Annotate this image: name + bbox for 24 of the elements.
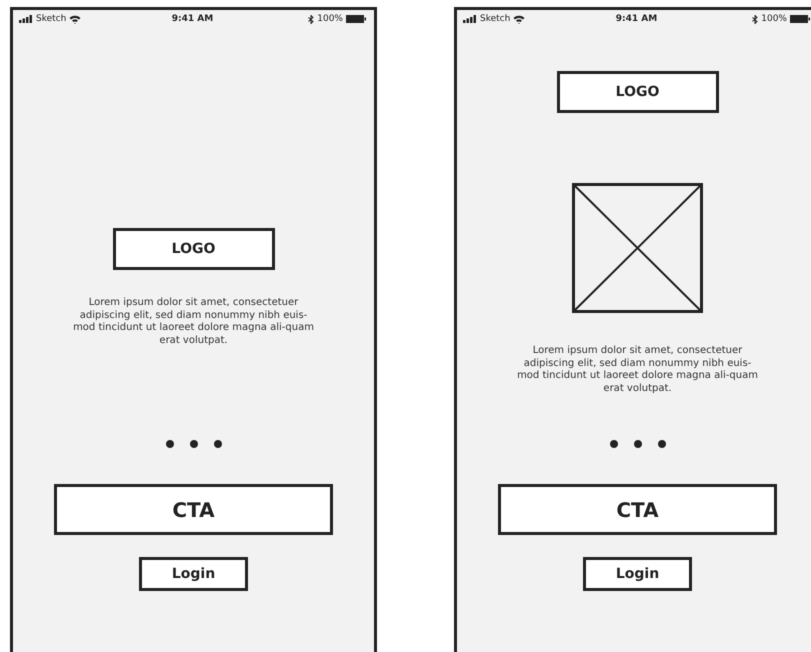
logo-text: LOGO [172,241,216,257]
cta-button[interactable]: CTA [54,484,333,535]
bluetooth-icon [308,14,314,24]
status-time: 9:41 AM [616,14,658,24]
battery-percent: 100% [317,14,343,24]
body-text: Lorem ipsum dolor sit amet, consectetuer adipiscing elit, sed diam nonummy nibh euis-mod tincidunt ut laoreet dolore magna ali-quam erat volutpat. [516,345,759,395]
login-button[interactable]: Login [139,557,248,591]
carrier-name: Sketch [36,14,66,24]
battery-icon [346,15,366,23]
page-dots-icon [610,440,666,448]
signal-icon [463,15,477,23]
wifi-icon [69,14,82,24]
wifi-icon [513,14,526,24]
page-dots-icon [166,440,222,448]
logo-text: LOGO [616,84,660,100]
battery-percent: 100% [761,14,787,24]
signal-icon [19,15,33,23]
body-text: Lorem ipsum dolor sit amet, consectetuer adipiscing elit, sed diam nonummy nibh euis-mod tincidunt ut laoreet dolore magna ali-quam erat volutpat. [72,297,315,347]
login-button[interactable]: Login [583,557,692,591]
image-placeholder-icon [572,183,703,313]
status-time: 9:41 AM [172,14,214,24]
cta-button[interactable]: CTA [498,484,777,535]
carrier-name: Sketch [480,14,510,24]
bluetooth-icon [752,14,758,24]
